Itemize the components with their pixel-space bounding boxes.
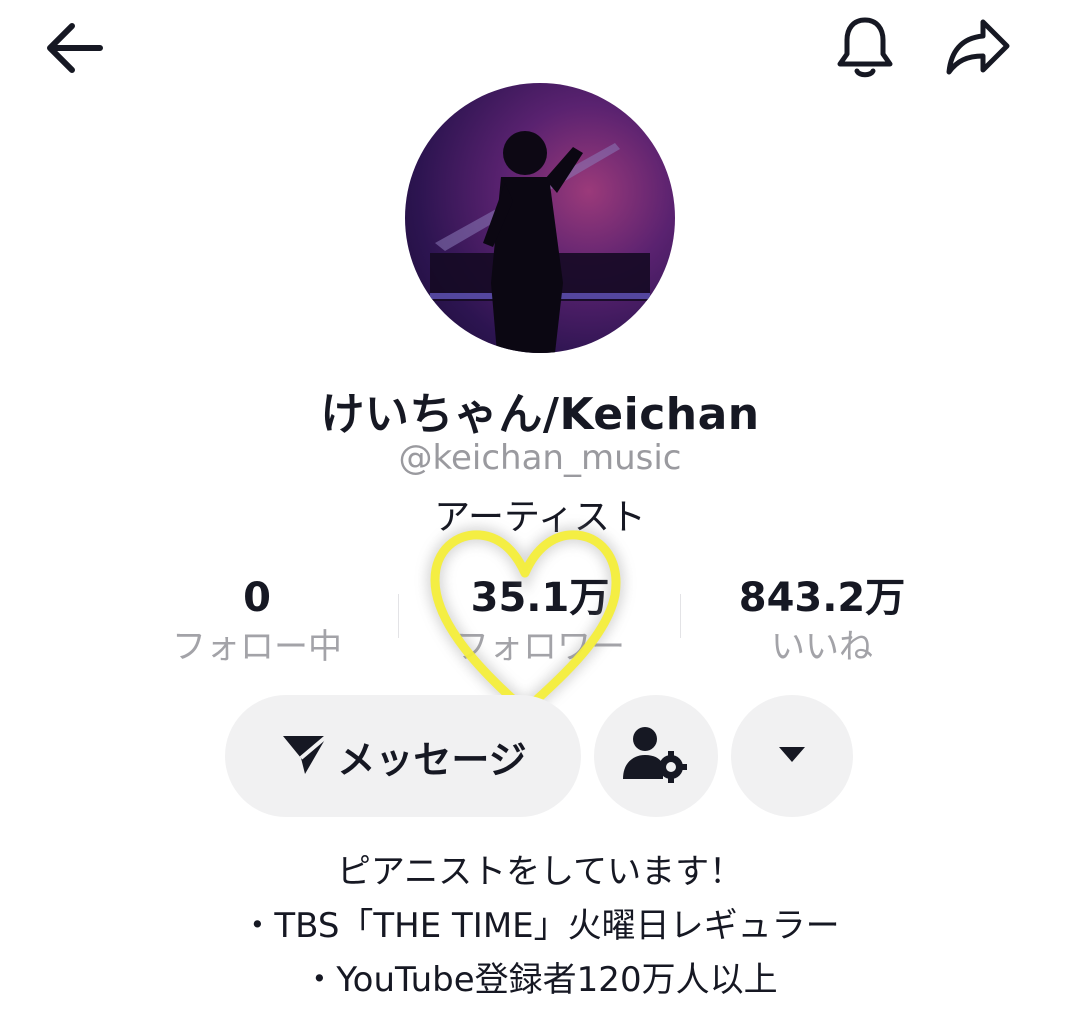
avatar[interactable]: [405, 83, 675, 353]
bio-line: ・YouTube登録者120万人以上: [302, 960, 778, 1000]
bio: ピアニストをしています！ ・TBS「THE TIME」火曜日レギュラー ・You…: [0, 845, 1080, 1007]
stat-divider: [398, 594, 399, 638]
bell-icon: [834, 14, 896, 84]
back-button[interactable]: [38, 18, 110, 82]
more-options-button[interactable]: [731, 695, 853, 817]
share-arrow-icon: [943, 16, 1013, 82]
caret-down-icon: [777, 744, 807, 768]
following-label: フォロー中: [172, 627, 342, 667]
share-button[interactable]: [940, 14, 1016, 84]
stat-followers[interactable]: 35.1万 フォロワー: [440, 572, 640, 670]
likes-label: いいね: [771, 627, 873, 667]
stat-following[interactable]: 0 フォロー中: [157, 572, 357, 670]
followers-count: 35.1万: [470, 575, 610, 621]
display-name: けいちゃん/Keichan: [320, 389, 760, 440]
stat-divider: [680, 594, 681, 638]
bio-line: ・TBS「THE TIME」火曜日レギュラー: [240, 906, 840, 946]
user-settings-button[interactable]: [594, 695, 718, 817]
avatar-photo: [430, 131, 650, 353]
arrow-left-icon: [42, 20, 106, 80]
message-label: メッセージ: [337, 737, 527, 782]
following-count: 0: [243, 575, 271, 621]
likes-count: 843.2万: [738, 575, 906, 621]
username: @keichan_music: [398, 438, 682, 478]
message-button[interactable]: メッセージ: [225, 695, 581, 817]
stat-likes[interactable]: 843.2万 いいね: [722, 572, 922, 670]
notification-button[interactable]: [830, 14, 900, 84]
bio-line: ピアニストをしています！: [336, 852, 744, 892]
followers-label: フォロワー: [455, 627, 625, 667]
send-plane-icon: [279, 730, 331, 782]
user-gear-icon: [621, 723, 691, 789]
account-category: アーティスト: [434, 497, 646, 538]
